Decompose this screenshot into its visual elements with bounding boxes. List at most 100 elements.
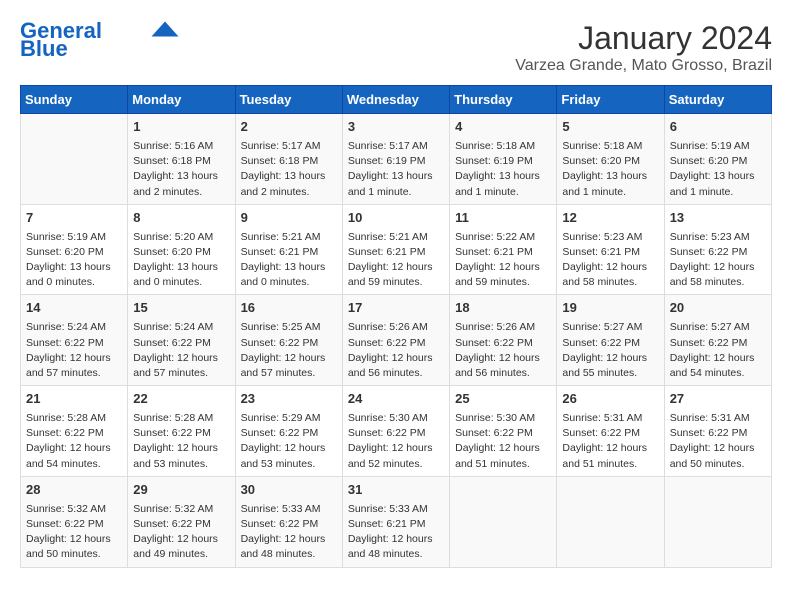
calendar-cell: 30Sunrise: 5:33 AM Sunset: 6:22 PM Dayli… bbox=[235, 476, 342, 567]
calendar-week-row: 28 Sunrise: 5:32 AM Sunset: 6:22 PM Dayli… bbox=[21, 476, 772, 567]
weekday-header-friday: Friday bbox=[557, 86, 664, 114]
calendar-cell: 17 Sunrise: 5:26 AM Sunset: 6:22 PM Dayli… bbox=[342, 295, 449, 386]
day-number: 13 bbox=[670, 209, 766, 228]
day-number: 17 bbox=[348, 299, 444, 318]
calendar-cell: 9 Sunrise: 5:21 AM Sunset: 6:21 PM Daylig… bbox=[235, 204, 342, 295]
location-subtitle: Varzea Grande, Mato Grosso, Brazil bbox=[515, 57, 772, 75]
calendar-cell: 23Sunrise: 5:29 AM Sunset: 6:22 PM Dayli… bbox=[235, 386, 342, 477]
day-info: Sunrise: 5:31 AM Sunset: 6:22 PM Dayligh… bbox=[670, 411, 766, 472]
day-number: 27 bbox=[670, 390, 766, 409]
day-info: Sunrise: 5:30 AM Sunset: 6:22 PM Dayligh… bbox=[348, 411, 444, 472]
calendar-cell: 10 Sunrise: 5:21 AM Sunset: 6:21 PM Dayli… bbox=[342, 204, 449, 295]
day-number: 11 bbox=[455, 209, 551, 228]
day-number: 23 bbox=[241, 390, 337, 409]
calendar-cell: 14 Sunrise: 5:24 AM Sunset: 6:22 PM Dayli… bbox=[21, 295, 128, 386]
weekday-header-saturday: Saturday bbox=[664, 86, 771, 114]
day-number: 30 bbox=[241, 481, 337, 500]
day-number: 10 bbox=[348, 209, 444, 228]
calendar-cell: 4 Sunrise: 5:18 AM Sunset: 6:19 PM Daylig… bbox=[450, 114, 557, 205]
day-number: 25 bbox=[455, 390, 551, 409]
day-info: Sunrise: 5:26 AM Sunset: 6:22 PM Dayligh… bbox=[348, 320, 444, 381]
day-number: 7 bbox=[26, 209, 122, 228]
day-info: Sunrise: 5:30 AM Sunset: 6:22 PM Dayligh… bbox=[455, 411, 551, 472]
day-info: Sunrise: 5:24 AM Sunset: 6:22 PM Dayligh… bbox=[26, 320, 122, 381]
calendar-cell: 22 Sunrise: 5:28 AM Sunset: 6:22 PM Dayli… bbox=[128, 386, 235, 477]
day-number: 9 bbox=[241, 209, 337, 228]
calendar-cell bbox=[450, 476, 557, 567]
weekday-header-wednesday: Wednesday bbox=[342, 86, 449, 114]
day-number: 1 bbox=[133, 118, 229, 137]
calendar-week-row: 14 Sunrise: 5:24 AM Sunset: 6:22 PM Dayli… bbox=[21, 295, 772, 386]
day-info: Sunrise: 5:28 AM Sunset: 6:22 PM Dayligh… bbox=[26, 411, 122, 472]
day-number: 4 bbox=[455, 118, 551, 137]
day-info: Sunrise: 5:33 AM Sunset: 6:21 PM Dayligh… bbox=[348, 502, 444, 563]
day-number: 8 bbox=[133, 209, 229, 228]
weekday-header-row: SundayMondayTuesdayWednesdayThursdayFrid… bbox=[21, 86, 772, 114]
weekday-header-sunday: Sunday bbox=[21, 86, 128, 114]
calendar-week-row: 21 Sunrise: 5:28 AM Sunset: 6:22 PM Dayli… bbox=[21, 386, 772, 477]
day-info: Sunrise: 5:16 AM Sunset: 6:18 PM Dayligh… bbox=[133, 139, 229, 200]
calendar-week-row: 7Sunrise: 5:19 AM Sunset: 6:20 PM Daylig… bbox=[21, 204, 772, 295]
day-info: Sunrise: 5:27 AM Sunset: 6:22 PM Dayligh… bbox=[562, 320, 658, 381]
calendar-cell bbox=[557, 476, 664, 567]
calendar-cell: 5 Sunrise: 5:18 AM Sunset: 6:20 PM Daylig… bbox=[557, 114, 664, 205]
day-number: 24 bbox=[348, 390, 444, 409]
title-block: January 2024 Varzea Grande, Mato Grosso,… bbox=[515, 20, 772, 75]
calendar-cell: 13 Sunrise: 5:23 AM Sunset: 6:22 PM Dayli… bbox=[664, 204, 771, 295]
calendar-cell: 29Sunrise: 5:32 AM Sunset: 6:22 PM Dayli… bbox=[128, 476, 235, 567]
day-number: 18 bbox=[455, 299, 551, 318]
day-info: Sunrise: 5:27 AM Sunset: 6:22 PM Dayligh… bbox=[670, 320, 766, 381]
day-number: 3 bbox=[348, 118, 444, 137]
day-number: 21 bbox=[26, 390, 122, 409]
calendar-cell: 21 Sunrise: 5:28 AM Sunset: 6:22 PM Dayli… bbox=[21, 386, 128, 477]
day-info: Sunrise: 5:21 AM Sunset: 6:21 PM Dayligh… bbox=[348, 230, 444, 291]
day-info: Sunrise: 5:23 AM Sunset: 6:22 PM Dayligh… bbox=[670, 230, 766, 291]
calendar-cell: 24 Sunrise: 5:30 AM Sunset: 6:22 PM Dayli… bbox=[342, 386, 449, 477]
day-info: Sunrise: 5:18 AM Sunset: 6:19 PM Dayligh… bbox=[455, 139, 551, 200]
day-info: Sunrise: 5:26 AM Sunset: 6:22 PM Dayligh… bbox=[455, 320, 551, 381]
calendar-cell: 28 Sunrise: 5:32 AM Sunset: 6:22 PM Dayli… bbox=[21, 476, 128, 567]
day-number: 28 bbox=[26, 481, 122, 500]
month-year-title: January 2024 bbox=[515, 20, 772, 57]
day-number: 6 bbox=[670, 118, 766, 137]
calendar-cell: 6 Sunrise: 5:19 AM Sunset: 6:20 PM Daylig… bbox=[664, 114, 771, 205]
page-header: General Blue January 2024 Varzea Grande,… bbox=[20, 20, 772, 75]
calendar-cell: 19Sunrise: 5:27 AM Sunset: 6:22 PM Dayli… bbox=[557, 295, 664, 386]
logo-icon bbox=[150, 20, 180, 38]
day-info: Sunrise: 5:32 AM Sunset: 6:22 PM Dayligh… bbox=[26, 502, 122, 563]
calendar-cell: 20Sunrise: 5:27 AM Sunset: 6:22 PM Dayli… bbox=[664, 295, 771, 386]
logo: General Blue bbox=[20, 20, 180, 60]
day-info: Sunrise: 5:28 AM Sunset: 6:22 PM Dayligh… bbox=[133, 411, 229, 472]
calendar-cell bbox=[21, 114, 128, 205]
day-number: 22 bbox=[133, 390, 229, 409]
logo-line2: Blue bbox=[20, 38, 68, 60]
day-number: 26 bbox=[562, 390, 658, 409]
day-number: 12 bbox=[562, 209, 658, 228]
day-info: Sunrise: 5:19 AM Sunset: 6:20 PM Dayligh… bbox=[670, 139, 766, 200]
day-info: Sunrise: 5:31 AM Sunset: 6:22 PM Dayligh… bbox=[562, 411, 658, 472]
calendar-cell: 12Sunrise: 5:23 AM Sunset: 6:21 PM Dayli… bbox=[557, 204, 664, 295]
day-info: Sunrise: 5:21 AM Sunset: 6:21 PM Dayligh… bbox=[241, 230, 337, 291]
day-info: Sunrise: 5:17 AM Sunset: 6:19 PM Dayligh… bbox=[348, 139, 444, 200]
calendar-cell: 31 Sunrise: 5:33 AM Sunset: 6:21 PM Dayli… bbox=[342, 476, 449, 567]
calendar-cell: 8 Sunrise: 5:20 AM Sunset: 6:20 PM Daylig… bbox=[128, 204, 235, 295]
day-number: 5 bbox=[562, 118, 658, 137]
day-info: Sunrise: 5:22 AM Sunset: 6:21 PM Dayligh… bbox=[455, 230, 551, 291]
day-info: Sunrise: 5:32 AM Sunset: 6:22 PM Dayligh… bbox=[133, 502, 229, 563]
calendar-cell: 25 Sunrise: 5:30 AM Sunset: 6:22 PM Dayli… bbox=[450, 386, 557, 477]
calendar-cell: 18 Sunrise: 5:26 AM Sunset: 6:22 PM Dayli… bbox=[450, 295, 557, 386]
weekday-header-monday: Monday bbox=[128, 86, 235, 114]
calendar-cell: 11 Sunrise: 5:22 AM Sunset: 6:21 PM Dayli… bbox=[450, 204, 557, 295]
day-info: Sunrise: 5:24 AM Sunset: 6:22 PM Dayligh… bbox=[133, 320, 229, 381]
day-info: Sunrise: 5:18 AM Sunset: 6:20 PM Dayligh… bbox=[562, 139, 658, 200]
calendar-cell: 7Sunrise: 5:19 AM Sunset: 6:20 PM Daylig… bbox=[21, 204, 128, 295]
day-number: 16 bbox=[241, 299, 337, 318]
day-number: 31 bbox=[348, 481, 444, 500]
weekday-header-thursday: Thursday bbox=[450, 86, 557, 114]
day-info: Sunrise: 5:20 AM Sunset: 6:20 PM Dayligh… bbox=[133, 230, 229, 291]
calendar-cell: 16Sunrise: 5:25 AM Sunset: 6:22 PM Dayli… bbox=[235, 295, 342, 386]
day-info: Sunrise: 5:17 AM Sunset: 6:18 PM Dayligh… bbox=[241, 139, 337, 200]
day-number: 14 bbox=[26, 299, 122, 318]
calendar-cell: 3 Sunrise: 5:17 AM Sunset: 6:19 PM Daylig… bbox=[342, 114, 449, 205]
day-number: 15 bbox=[133, 299, 229, 318]
